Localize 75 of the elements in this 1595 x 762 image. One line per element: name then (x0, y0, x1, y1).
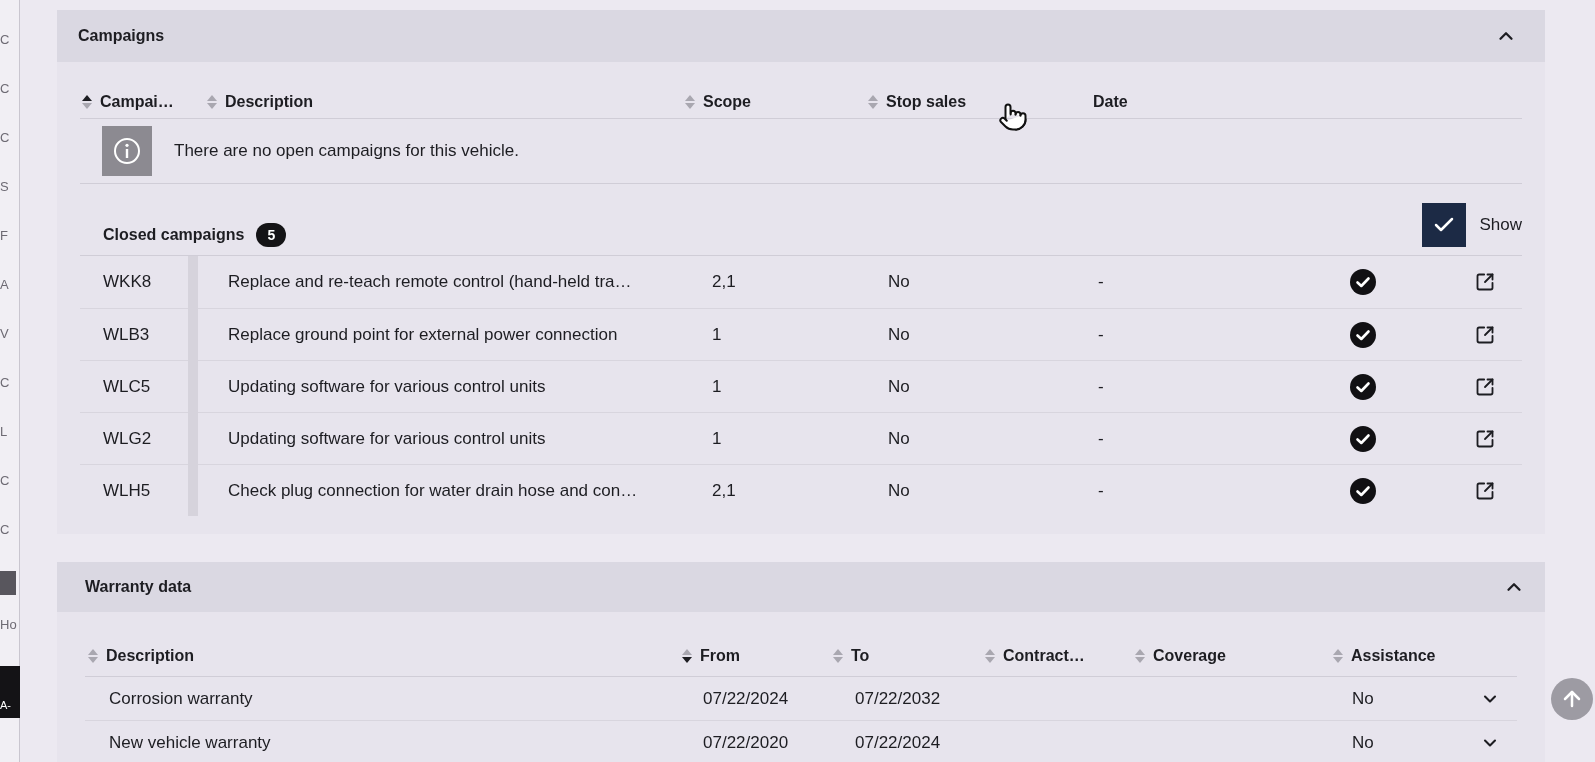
sidebar-label: L (0, 424, 8, 440)
stop-sales-value: No (888, 271, 910, 293)
count-badge: 5 (256, 223, 287, 247)
column-header[interactable]: Scope (685, 92, 751, 112)
sidebar-label: C (0, 522, 10, 538)
campaign-description: Check plug connection for water drain hose and con… (228, 479, 638, 502)
scroll-to-top-button[interactable] (1551, 678, 1593, 720)
info-message: There are no open campaigns for this vehicle. (174, 140, 519, 162)
column-header[interactable]: Assistance (1333, 646, 1436, 666)
date-value: - (1098, 271, 1104, 293)
external-link-icon[interactable] (1475, 272, 1495, 292)
to-date: 07/22/2024 (855, 732, 941, 752)
scope-value: 1 (712, 375, 722, 398)
date-value: - (1098, 375, 1104, 398)
campaign-description: Updating software for various control units (228, 375, 546, 398)
sidebar-label: C (0, 473, 10, 489)
panel-title: Warranty data (85, 577, 192, 597)
hand-cursor-icon (998, 102, 1028, 132)
external-link-icon[interactable] (1475, 480, 1495, 501)
campaign-code: WLB3 (103, 323, 150, 346)
to-date: 07/22/2032 (855, 688, 941, 708)
scope-value: 2,1 (712, 479, 736, 502)
scope-value: 1 (712, 323, 722, 346)
column-header[interactable]: Description (207, 92, 313, 112)
external-link-icon[interactable] (1475, 428, 1495, 449)
campaign-description: Replace ground point for external power connection (228, 323, 618, 346)
sidebar-label: F (0, 228, 8, 244)
show-checkbox[interactable] (1422, 203, 1467, 247)
warranty-description: New vehicle warranty (109, 732, 271, 752)
date-value: - (1098, 323, 1104, 346)
assistance-value: No (1352, 732, 1374, 752)
campaign-description: Replace and re-teach remote control (hand-held tra… (228, 271, 632, 293)
column-header[interactable]: Campai… (82, 92, 174, 112)
sidebar-label: C (0, 130, 10, 146)
from-date: 07/22/2024 (703, 688, 789, 708)
sidebar-label: A (0, 277, 9, 293)
from-date: 07/22/2020 (703, 732, 789, 752)
campaign-code: WLC5 (103, 375, 151, 398)
column-header[interactable]: Coverage (1135, 646, 1226, 666)
assistance-value: No (1352, 688, 1374, 708)
sidebar-label: C (0, 32, 10, 48)
date-value: - (1098, 427, 1104, 450)
sidebar-label: V (0, 326, 9, 342)
campaign-code: WLG2 (103, 427, 152, 450)
panel-title: Campaigns (78, 26, 165, 46)
column-header[interactable]: Contract… (985, 646, 1085, 666)
sidebar-label: S (0, 179, 9, 195)
info-icon (102, 126, 152, 176)
scope-value: 1 (712, 427, 722, 450)
panel-header[interactable]: Campaigns (57, 10, 1545, 62)
external-link-icon[interactable] (1475, 376, 1495, 397)
date-value: - (1098, 479, 1104, 502)
sidebar-tile[interactable] (0, 571, 16, 595)
warranty-description: Corrosion warranty (109, 688, 253, 708)
campaign-description: Updating software for various control units (228, 427, 546, 450)
column-header[interactable]: Description (88, 646, 194, 666)
sidebar-label: C (0, 81, 10, 97)
section-title: Closed campaigns (103, 225, 245, 245)
column-header[interactable]: From (682, 646, 740, 666)
stop-sales-value: No (888, 427, 910, 450)
column-header[interactable]: Date (1093, 92, 1128, 112)
sidebar-label: C (0, 375, 10, 391)
column-header[interactable]: Stop sales (868, 92, 967, 112)
column-header[interactable]: To (833, 646, 870, 666)
sidebar-tile[interactable]: A- (0, 666, 20, 718)
stop-sales-value: No (888, 479, 910, 502)
checkbox-label: Show (1479, 214, 1522, 236)
scope-value: 2,1 (712, 271, 736, 293)
stop-sales-value: No (888, 375, 910, 398)
campaign-code: WKK8 (103, 271, 152, 293)
external-link-icon[interactable] (1475, 324, 1495, 345)
stop-sales-value: No (888, 323, 910, 346)
campaign-code: WLH5 (103, 479, 151, 502)
sidebar-label: Ho (0, 617, 17, 633)
panel-header[interactable]: Warranty data (57, 562, 1545, 612)
